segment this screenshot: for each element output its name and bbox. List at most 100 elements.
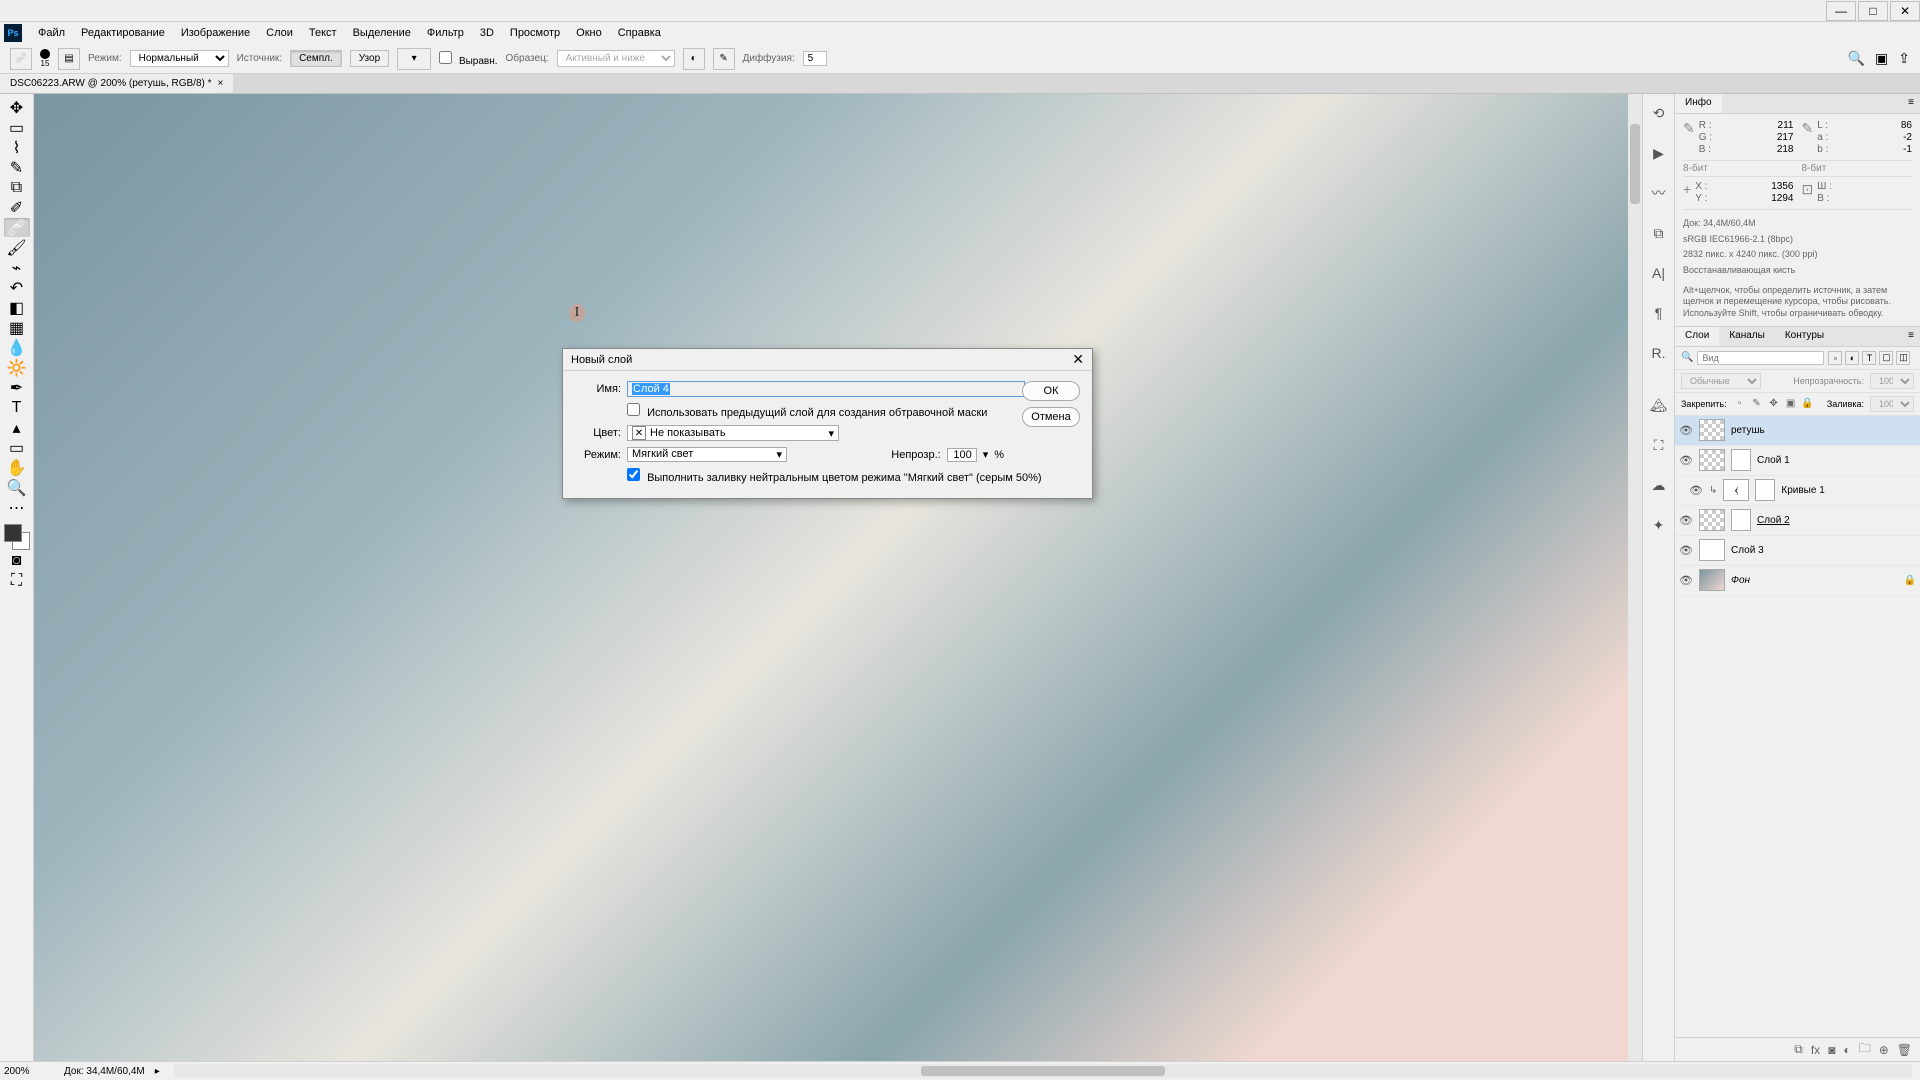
path-select-tool[interactable]: ▴ <box>4 418 30 437</box>
layer-name[interactable]: Слой 3 <box>1731 545 1764 556</box>
menu-edit[interactable]: Редактирование <box>73 25 173 41</box>
lock-artboard-icon[interactable]: ▣ <box>1784 397 1798 411</box>
lock-position-icon[interactable]: ✥ <box>1767 397 1781 411</box>
type-tool[interactable]: T <box>4 398 30 417</box>
gradient-tool[interactable]: ▦ <box>4 318 30 337</box>
visibility-toggle-icon[interactable]: 👁 <box>1689 484 1703 497</box>
new-group-icon[interactable]: 🗀 <box>1859 1039 1871 1060</box>
layer-thumbnail[interactable] <box>1699 509 1725 531</box>
history-brush-tool[interactable]: ↶ <box>4 278 30 297</box>
channels-tab[interactable]: Каналы <box>1719 327 1775 346</box>
layer-mask-thumbnail[interactable] <box>1755 479 1775 501</box>
healing-brush-tool[interactable]: 🩹 <box>4 218 30 237</box>
visibility-toggle-icon[interactable]: 👁 <box>1679 514 1693 527</box>
menu-view[interactable]: Просмотр <box>502 25 568 41</box>
quick-select-tool[interactable]: ✎ <box>4 158 30 177</box>
blend-mode-select[interactable]: Нормальный <box>130 50 229 67</box>
edit-toolbar[interactable]: ⋯ <box>4 498 30 517</box>
filter-text-icon[interactable]: T <box>1862 351 1876 365</box>
clone-stamp-tool[interactable]: ⌁ <box>4 258 30 277</box>
layers-tab[interactable]: Слои <box>1675 327 1719 346</box>
visibility-toggle-icon[interactable]: 👁 <box>1679 454 1693 467</box>
screen-mode-toggle[interactable]: ⛶ <box>4 571 30 590</box>
menu-image[interactable]: Изображение <box>173 25 258 41</box>
paths-tab[interactable]: Контуры <box>1775 327 1834 346</box>
pressure-icon[interactable]: ✎ <box>713 48 735 70</box>
marquee-tool[interactable]: ▭ <box>4 118 30 137</box>
window-minimize-button[interactable]: — <box>1826 1 1856 21</box>
menu-filter[interactable]: Фильтр <box>419 25 472 41</box>
menu-3d[interactable]: 3D <box>472 25 502 41</box>
quick-mask-toggle[interactable]: ◙ <box>4 551 30 570</box>
layers-panel-menu-icon[interactable]: ≡ <box>1902 327 1920 346</box>
color-select[interactable]: ✕Не показывать▾ <box>627 425 839 441</box>
adjustments-panel-icon[interactable]: 🏔 <box>1648 394 1670 416</box>
aligned-checkbox[interactable]: Выравн. <box>439 51 497 67</box>
new-layer-icon[interactable]: ⊕ <box>1879 1043 1889 1057</box>
history-panel-icon[interactable]: ⟲ <box>1648 102 1670 124</box>
blur-tool[interactable]: 💧 <box>4 338 30 357</box>
pen-tool[interactable]: ✒ <box>4 378 30 397</box>
crop-tool[interactable]: ⧉ <box>4 178 30 197</box>
lock-paint-icon[interactable]: ✎ <box>1750 397 1764 411</box>
zoom-level[interactable]: 200% <box>4 1066 54 1077</box>
adjustment-thumbnail[interactable]: ⧼ <box>1723 479 1749 501</box>
current-tool-icon[interactable]: 🩹 <box>10 48 32 70</box>
layer-name-input[interactable]: Слой 4 <box>627 381 1025 397</box>
dialog-titlebar[interactable]: Новый слой ✕ <box>563 349 1092 371</box>
layer-name[interactable]: Кривые 1 <box>1781 485 1824 496</box>
delete-layer-icon[interactable]: 🗑 <box>1897 1043 1912 1057</box>
layer-thumbnail[interactable] <box>1699 569 1725 591</box>
layer-row[interactable]: 👁 Фон 🔒 <box>1675 566 1920 596</box>
eyedropper-tool[interactable]: ✐ <box>4 198 30 217</box>
workspace-icon[interactable]: ▣ <box>1875 50 1888 67</box>
fill-select[interactable]: 100% <box>1870 396 1914 412</box>
cancel-button[interactable]: Отмена <box>1022 407 1080 427</box>
layer-effects-icon[interactable]: fx <box>1811 1043 1820 1057</box>
status-info-chevron-icon[interactable]: ▸ <box>155 1066 160 1077</box>
ok-button[interactable]: ОК <box>1022 381 1080 401</box>
layer-row[interactable]: 👁 Слой 1 <box>1675 446 1920 476</box>
horizontal-scrollbar[interactable] <box>174 1064 1912 1078</box>
fill-neutral-checkbox[interactable]: Выполнить заливку нейтральным цветом реж… <box>627 468 1042 484</box>
shape-tool[interactable]: ▭ <box>4 438 30 457</box>
hand-tool[interactable]: ✋ <box>4 458 30 477</box>
retouch-panel-icon[interactable]: R. <box>1648 342 1670 364</box>
info-panel-menu-icon[interactable]: ≡ <box>1902 94 1920 113</box>
actions-panel-icon[interactable]: ▶ <box>1648 142 1670 164</box>
vertical-scrollbar[interactable] <box>1628 94 1642 1061</box>
window-close-button[interactable]: ✕ <box>1890 1 1920 21</box>
menu-select[interactable]: Выделение <box>345 25 419 41</box>
move-tool[interactable]: ✥ <box>4 98 30 117</box>
menu-file[interactable]: Файл <box>30 25 73 41</box>
layer-row[interactable]: 👁 Слой 3 <box>1675 536 1920 566</box>
zoom-tool[interactable]: 🔍 <box>4 478 30 497</box>
menu-text[interactable]: Текст <box>301 25 345 41</box>
window-maximize-button[interactable]: □ <box>1858 1 1888 21</box>
pattern-picker[interactable]: ▾ <box>397 48 431 70</box>
lock-pixels-icon[interactable]: ▫ <box>1733 397 1747 411</box>
opacity-select[interactable]: 100% <box>1870 373 1914 389</box>
layer-thumbnail[interactable] <box>1699 419 1725 441</box>
properties-panel-icon[interactable]: ⛶ <box>1648 434 1670 456</box>
source-pattern-toggle[interactable]: Узор <box>350 50 389 67</box>
layer-mask-thumbnail[interactable] <box>1731 509 1751 531</box>
dialog-close-icon[interactable]: ✕ <box>1072 351 1084 368</box>
layer-row[interactable]: 👁 ретушь <box>1675 416 1920 446</box>
brush-panel-toggle-icon[interactable]: ▤ <box>58 48 80 70</box>
eraser-tool[interactable]: ◧ <box>4 298 30 317</box>
mode-select[interactable]: Мягкий свет▾ <box>627 447 787 462</box>
layer-name[interactable]: Фон <box>1731 575 1750 586</box>
layer-name[interactable]: Слой 2 <box>1757 515 1790 526</box>
layer-row[interactable]: 👁 Слой 2 <box>1675 506 1920 536</box>
filter-smart-icon[interactable]: ◫ <box>1896 351 1910 365</box>
blend-mode-select-layers[interactable]: Обычные <box>1681 373 1761 389</box>
layer-row[interactable]: 👁 ↳ ⧼ Кривые 1 <box>1675 476 1920 506</box>
filter-adj-icon[interactable]: ◐ <box>1845 351 1859 365</box>
lasso-tool[interactable]: ⌇ <box>4 138 30 157</box>
layer-thumbnail[interactable] <box>1699 449 1725 471</box>
brush-preset-picker[interactable]: 15 <box>40 49 50 68</box>
foreground-color-swatch[interactable] <box>4 524 22 542</box>
color-swatches[interactable] <box>4 524 30 550</box>
ignore-adj-icon[interactable]: ◐ <box>683 48 705 70</box>
